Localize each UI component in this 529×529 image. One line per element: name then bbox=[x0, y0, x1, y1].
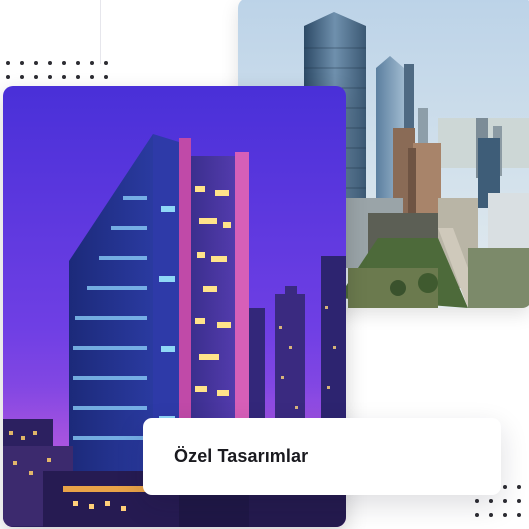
caption-card: Özel Tasarımlar bbox=[143, 418, 501, 495]
hero-image-composition: Özel Tasarımlar bbox=[0, 0, 529, 529]
decorative-dot-grid-top-left bbox=[6, 61, 109, 80]
caption-title: Özel Tasarımlar bbox=[174, 446, 309, 466]
decorative-divider-line bbox=[100, 0, 101, 64]
